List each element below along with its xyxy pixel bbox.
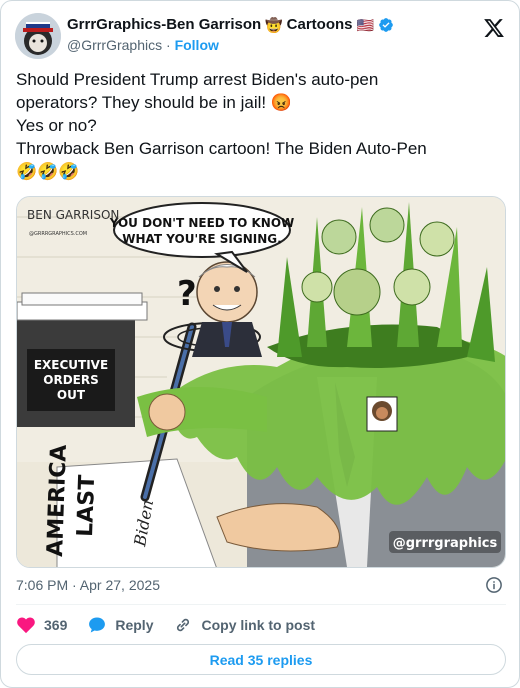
- divider: [16, 604, 506, 605]
- action-bar: 369 Reply Copy link to post: [16, 613, 335, 637]
- avatar[interactable]: [15, 13, 61, 59]
- speech-line2: WHAT YOU'RE SIGNING.: [122, 232, 281, 246]
- tweet-media-cartoon[interactable]: EXECUTIVE ORDERS OUT AMERICA LAST Biden: [16, 196, 506, 568]
- watermark: @grrrgraphics: [393, 536, 498, 551]
- reply-button[interactable]: Reply: [87, 615, 153, 635]
- sign-line2: ORDERS: [43, 373, 98, 387]
- artist-signature-url: @GRRRGRAPHICS.COM: [29, 231, 87, 237]
- artist-signature: BEN GARRISON: [27, 208, 119, 222]
- follow-link[interactable]: Follow: [175, 37, 219, 53]
- cowboy-emoji-icon: 🤠: [265, 16, 283, 33]
- cartoon-illustration: EXECUTIVE ORDERS OUT AMERICA LAST Biden: [17, 197, 505, 567]
- tweet-text: Should President Trump arrest Biden's au…: [16, 68, 506, 183]
- speech-line1: YOU DON'T NEED TO KNOW: [109, 216, 295, 230]
- question-mark: ?: [177, 274, 197, 314]
- tweet-card: GrrrGraphics-Ben Garrison 🤠 Cartoons 🇺🇸 …: [0, 0, 520, 688]
- paper-line2: LAST: [73, 474, 100, 537]
- handle-separator: ·: [166, 37, 171, 53]
- reply-bubble-icon: [89, 617, 106, 633]
- read-replies-button[interactable]: Read 35 replies: [16, 644, 506, 675]
- copy-link-label: Copy link to post: [201, 617, 316, 633]
- reply-label: Reply: [115, 617, 154, 633]
- avatar-image: [15, 13, 61, 59]
- tweet-text-line: Yes or no?: [16, 116, 97, 135]
- verified-badge-icon: [379, 17, 393, 32]
- sign-line3: OUT: [57, 388, 86, 402]
- x-logo-icon[interactable]: [483, 17, 505, 39]
- like-count: 369: [44, 617, 68, 633]
- sign-line1: EXECUTIVE: [34, 358, 108, 372]
- name-row[interactable]: GrrrGraphics-Ben Garrison 🤠 Cartoons 🇺🇸: [67, 16, 394, 33]
- tweet-text-line: operators? They should be in jail! 😡: [16, 93, 293, 112]
- speech-bubble: [113, 202, 291, 258]
- us-flag-emoji-icon: 🇺🇸: [356, 16, 374, 33]
- tweet-text-line: Should President Trump arrest Biden's au…: [16, 70, 379, 89]
- like-button[interactable]: 369: [16, 615, 67, 635]
- handle-row: @GrrrGraphics · Follow: [67, 37, 219, 53]
- tweet-header: GrrrGraphics-Ben Garrison 🤠 Cartoons 🇺🇸 …: [15, 13, 507, 61]
- heart-icon: [17, 617, 35, 634]
- handle[interactable]: @GrrrGraphics: [67, 37, 162, 53]
- link-icon: [177, 618, 190, 632]
- info-icon[interactable]: [485, 576, 503, 594]
- tweet-text-line: 🤣🤣🤣: [16, 162, 80, 181]
- tweet-text-line: Throwback Ben Garrison cartoon! The Bide…: [16, 139, 427, 158]
- timestamp[interactable]: 7:06 PM · Apr 27, 2025: [16, 577, 160, 593]
- display-name-suffix[interactable]: Cartoons: [287, 16, 353, 33]
- copy-link-button[interactable]: Copy link to post: [173, 615, 315, 635]
- display-name[interactable]: GrrrGraphics-Ben Garrison: [67, 16, 261, 33]
- paper-line1: AMERICA: [43, 444, 72, 557]
